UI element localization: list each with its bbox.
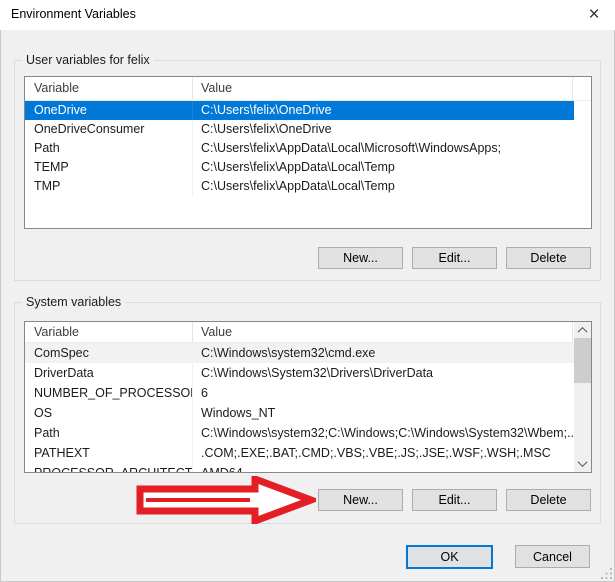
column-header-value[interactable]: Value	[193, 322, 573, 342]
cell-value: C:\Users\felix\OneDrive	[193, 101, 573, 120]
cell-value: C:\Users\felix\AppData\Local\Temp	[193, 158, 573, 177]
cell-variable: ComSpec	[25, 343, 193, 363]
resize-grip-icon[interactable]	[600, 567, 613, 580]
user-new-button[interactable]: New...	[318, 247, 403, 269]
cell-variable: NUMBER_OF_PROCESSORS	[25, 383, 193, 403]
column-header-variable[interactable]: Variable	[25, 77, 193, 100]
system-delete-button[interactable]: Delete	[506, 489, 591, 511]
cell-variable: PROCESSOR_ARCHITECTURE	[25, 463, 193, 473]
table-row[interactable]: TMP C:\Users\felix\AppData\Local\Temp	[25, 177, 574, 196]
window-title: Environment Variables	[11, 7, 136, 21]
table-row[interactable]: DriverData C:\Windows\System32\Drivers\D…	[25, 363, 574, 383]
table-row[interactable]: Path C:\Users\felix\AppData\Local\Micros…	[25, 139, 574, 158]
cell-variable: DriverData	[25, 363, 193, 383]
scroll-down-icon[interactable]	[574, 455, 591, 472]
cell-variable: Path	[25, 139, 193, 158]
cell-value: Windows_NT	[193, 403, 573, 423]
system-table-header: Variable Value	[25, 322, 591, 343]
table-row[interactable]: TEMP C:\Users\felix\AppData\Local\Temp	[25, 158, 574, 177]
cell-variable: TMP	[25, 177, 193, 196]
cell-value: 6	[193, 383, 573, 403]
ok-button[interactable]: OK	[406, 545, 493, 569]
system-variables-rows: ComSpec C:\Windows\system32\cmd.exe Driv…	[25, 343, 574, 473]
column-header-value[interactable]: Value	[193, 77, 573, 100]
cancel-button[interactable]: Cancel	[515, 545, 590, 568]
cell-variable: PATHEXT	[25, 443, 193, 463]
system-new-button[interactable]: New...	[318, 489, 403, 511]
column-header-variable[interactable]: Variable	[25, 322, 193, 342]
cell-value: C:\Windows\System32\Drivers\DriverData	[193, 363, 573, 383]
table-row[interactable]: Path C:\Windows\system32;C:\Windows;C:\W…	[25, 423, 574, 443]
cell-variable: Path	[25, 423, 193, 443]
user-table-header: Variable Value	[25, 77, 591, 101]
environment-variables-dialog: Environment Variables × User variables f…	[0, 0, 615, 582]
cell-variable: OneDriveConsumer	[25, 120, 193, 139]
system-variables-group-label: System variables	[22, 295, 125, 309]
user-variables-table: Variable Value OneDrive C:\Users\felix\O…	[24, 76, 592, 229]
table-row[interactable]: OneDrive C:\Users\felix\OneDrive	[25, 101, 574, 120]
cell-value: C:\Windows\system32;C:\Windows;C:\Window…	[193, 423, 573, 443]
cell-value: C:\Users\felix\AppData\Local\Microsoft\W…	[193, 139, 573, 158]
chevron-up-icon	[578, 327, 588, 337]
scroll-up-icon[interactable]	[574, 322, 591, 339]
system-edit-button[interactable]: Edit...	[412, 489, 497, 511]
table-row[interactable]: OS Windows_NT	[25, 403, 574, 423]
user-variables-rows: OneDrive C:\Users\felix\OneDrive OneDriv…	[25, 101, 591, 196]
cell-variable: OS	[25, 403, 193, 423]
cell-value: .COM;.EXE;.BAT;.CMD;.VBS;.VBE;.JS;.JSE;.…	[193, 443, 573, 463]
cell-variable: TEMP	[25, 158, 193, 177]
table-row[interactable]: ComSpec C:\Windows\system32\cmd.exe	[25, 343, 574, 363]
cell-value: AMD64	[193, 463, 573, 473]
user-variables-group-label: User variables for felix	[22, 53, 154, 67]
system-table-scrollbar[interactable]	[574, 322, 591, 472]
chevron-down-icon	[578, 457, 588, 467]
cell-value: C:\Users\felix\OneDrive	[193, 120, 573, 139]
table-row[interactable]: OneDriveConsumer C:\Users\felix\OneDrive	[25, 120, 574, 139]
table-row[interactable]: PROCESSOR_ARCHITECTURE AMD64	[25, 463, 574, 473]
system-variables-table: Variable Value ComSpec C:\Windows\system…	[24, 321, 592, 473]
close-icon[interactable]: ×	[582, 3, 606, 27]
user-edit-button[interactable]: Edit...	[412, 247, 497, 269]
cell-variable: OneDrive	[25, 101, 193, 120]
titlebar: Environment Variables ×	[0, 0, 615, 30]
table-row[interactable]: NUMBER_OF_PROCESSORS 6	[25, 383, 574, 403]
scrollbar-thumb[interactable]	[574, 338, 591, 383]
user-delete-button[interactable]: Delete	[506, 247, 591, 269]
cell-value: C:\Users\felix\AppData\Local\Temp	[193, 177, 573, 196]
cell-value: C:\Windows\system32\cmd.exe	[193, 343, 573, 363]
table-row[interactable]: PATHEXT .COM;.EXE;.BAT;.CMD;.VBS;.VBE;.J…	[25, 443, 574, 463]
